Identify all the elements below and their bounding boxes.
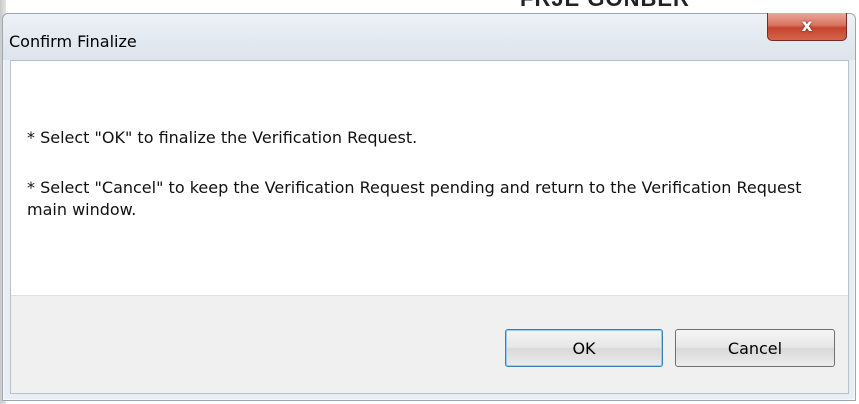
close-icon: x [801,16,813,36]
background-window-text: FRJE GONBER [520,0,690,12]
message-cancel-instruction: * Select "Cancel" to keep the Verificati… [27,178,802,219]
ok-button[interactable]: OK [505,329,663,367]
message-ok-instruction: * Select "OK" to finalize the Verificati… [27,128,418,147]
dialog-titlebar[interactable]: Confirm Finalize x [3,13,855,60]
dialog-button-bar: OK Cancel [11,295,848,393]
dialog-body: * Select "OK" to finalize the Verificati… [10,60,849,394]
confirm-finalize-dialog: Confirm Finalize x * Select "OK" to fina… [2,13,856,401]
dialog-title: Confirm Finalize [9,32,137,51]
cancel-button[interactable]: Cancel [675,329,835,367]
message-area: * Select "OK" to finalize the Verificati… [11,61,848,296]
close-button[interactable]: x [767,13,847,41]
